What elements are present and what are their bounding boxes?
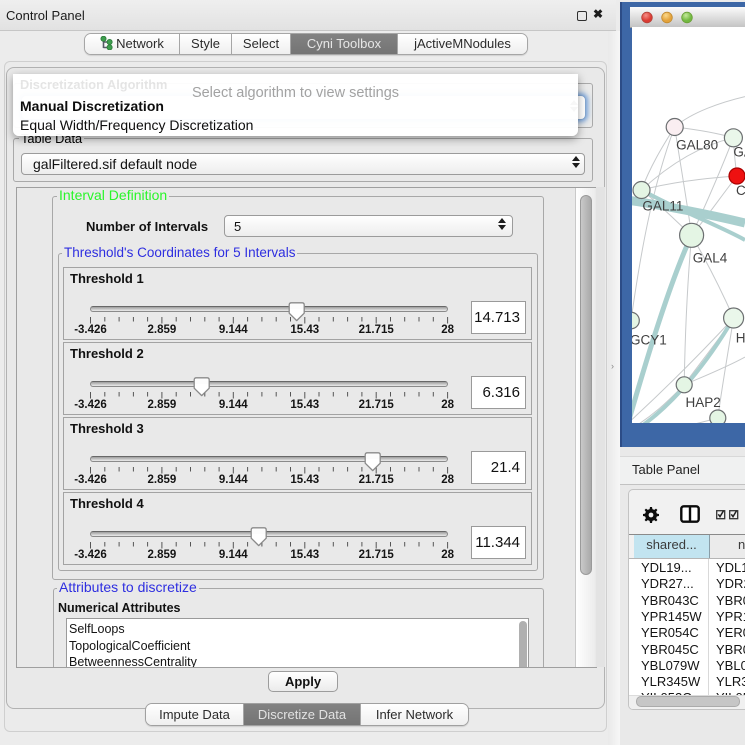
svg-text:H: H [736, 331, 745, 346]
svg-text:GAL4: GAL4 [693, 251, 728, 266]
svg-text:GCY1: GCY1 [632, 332, 667, 347]
svg-text:HAP2: HAP2 [686, 395, 721, 410]
svg-text:CY: CY [736, 183, 745, 198]
svg-text:GAL80: GAL80 [676, 138, 718, 153]
svg-text:GAL: GAL [733, 144, 745, 159]
svg-text:GAL11: GAL11 [642, 199, 683, 214]
